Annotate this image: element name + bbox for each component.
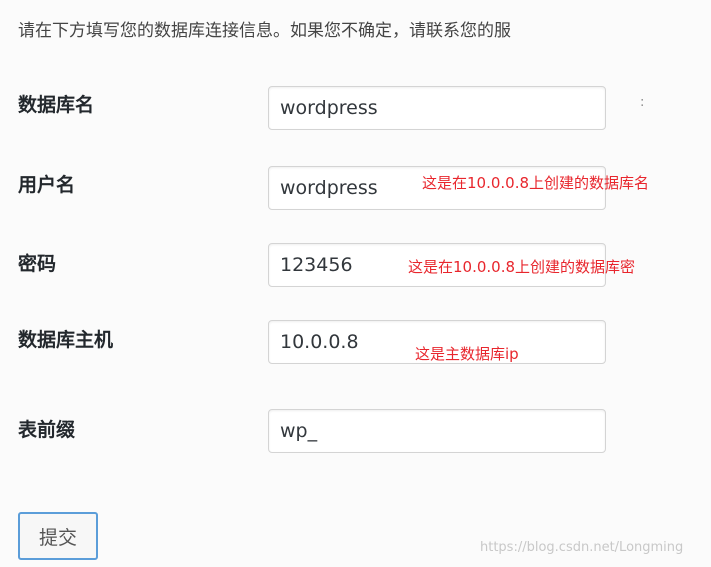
table-prefix-input[interactable] [268, 409, 606, 453]
db-name-side-mark: : [640, 95, 645, 110]
table-prefix-label: 表前缀 [18, 419, 76, 441]
username-note: 这是在10.0.0.8上创建的数据库名 [422, 174, 650, 192]
password-note: 这是在10.0.0.8上创建的数据库密 [408, 258, 636, 276]
db-setup-page: 请在下方填写您的数据库连接信息。如果您不确定，请联系您的服 数据库名 : 用户名… [0, 0, 711, 567]
db-host-note: 这是主数据库ip [415, 345, 519, 363]
submit-button[interactable]: 提交 [18, 512, 98, 560]
db-name-input[interactable] [268, 86, 606, 130]
db-host-label: 数据库主机 [18, 329, 114, 351]
db-name-label: 数据库名 [18, 94, 95, 116]
intro-text: 请在下方填写您的数据库连接信息。如果您不确定，请联系您的服 [18, 21, 511, 41]
username-label: 用户名 [18, 174, 76, 196]
password-label: 密码 [18, 253, 57, 275]
watermark: https://blog.csdn.net/Longming [480, 540, 684, 555]
